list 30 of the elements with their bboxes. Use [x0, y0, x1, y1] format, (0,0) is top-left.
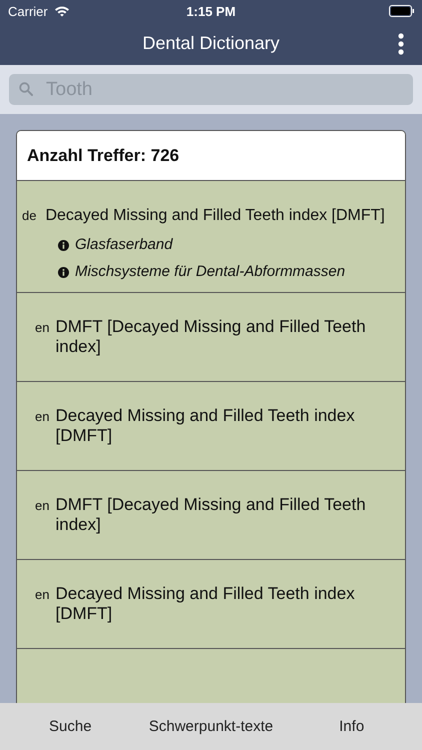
tab-item[interactable]: Suche	[0, 703, 141, 750]
language-code: de	[22, 207, 36, 225]
status-time: 1:15 PM	[186, 4, 236, 18]
app-title: Dental Dictionary	[142, 33, 280, 54]
result-row[interactable]: en DMFT [Decayed Missing and Filled Teeth index]	[17, 471, 405, 560]
reference-link[interactable]: Glasfaserband	[75, 235, 173, 255]
term-text: DMFT [Decayed Missing and Filled Teeth index]	[55, 495, 367, 535]
battery-icon	[388, 5, 414, 17]
more-button[interactable]	[398, 33, 404, 55]
carrier-label: Carrier	[8, 4, 48, 18]
language-code: en	[35, 319, 50, 337]
result-row[interactable]: en Decayed Missing and Filled Teeth index [DMFT]	[17, 382, 405, 471]
result-row[interactable]: en DMFT [Decayed Missing and Filled Teeth index]	[17, 293, 405, 382]
term-text: Decayed Missing and Filled Teeth index [DMFT]	[55, 584, 356, 624]
tab-item[interactable]: Info	[281, 703, 422, 750]
wifi-icon	[54, 5, 70, 17]
more-icon	[398, 33, 404, 55]
term-text: Decayed Missing and Filled Teeth index [DMFT]	[55, 406, 356, 446]
term-text: Decayed Missing and Filled Teeth index [DMFT]	[45, 206, 385, 226]
result-row[interactable]: de Decayed Missing and Filled Teeth index [DMFT] Glasfaserband Mischsysteme für Dental-Abformmassen	[17, 181, 405, 293]
term-text: DMFT [Decayed Missing and Filled Teeth index]	[55, 317, 367, 357]
result-row[interactable]: en Decayed Missing and Filled Teeth index [DMFT]	[17, 560, 405, 649]
info-icon	[58, 240, 69, 250]
reference-link[interactable]: Mischsysteme für Dental-Abformmassen	[75, 262, 346, 282]
language-code: en	[35, 586, 50, 604]
language-code: en	[35, 408, 50, 426]
language-code: en	[35, 497, 50, 515]
tab-item[interactable]: Schwerpunkt-texte	[140, 703, 282, 750]
result-count: Anzahl Treffer: 726	[27, 146, 180, 166]
info-icon	[58, 266, 69, 278]
